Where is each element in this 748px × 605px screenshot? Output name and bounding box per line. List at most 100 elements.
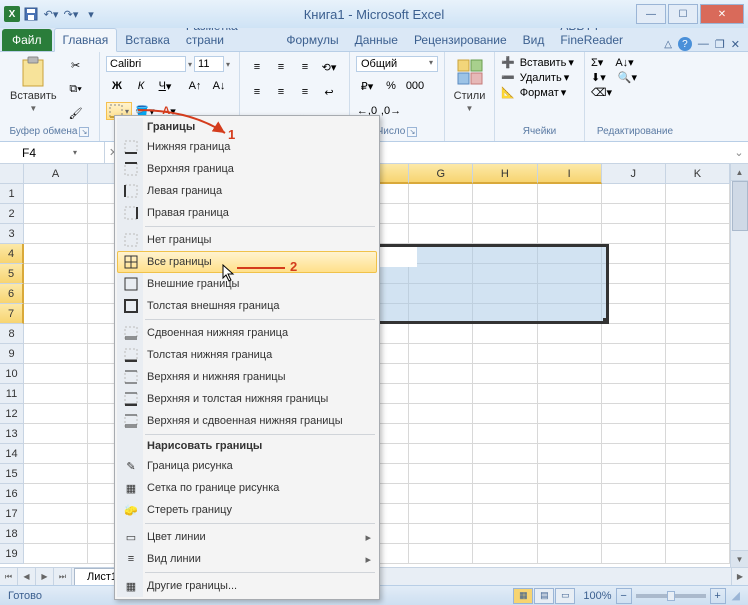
cell[interactable] [602,504,666,524]
border-menu-item[interactable]: Верхняя и нижняя границы [117,366,377,388]
cell[interactable] [666,504,730,524]
cell[interactable] [666,484,730,504]
cell[interactable] [409,284,473,304]
cell[interactable] [473,404,537,424]
align-top-icon[interactable]: ≡ [246,56,268,78]
cell[interactable] [666,384,730,404]
sheet-nav-prev-icon[interactable]: ◀ [18,568,36,585]
cell[interactable] [538,304,602,324]
cut-icon[interactable]: ✂ [65,54,87,76]
cell[interactable] [602,364,666,384]
paste-button[interactable]: Вставить ▼ [6,54,61,126]
col-header[interactable]: G [409,164,473,184]
align-middle-icon[interactable]: ≡ [270,56,292,78]
percent-icon[interactable]: % [380,75,402,97]
row-header[interactable]: 11 [0,384,24,404]
vscroll-thumb[interactable] [732,181,748,231]
sheet-nav-last-icon[interactable]: ⏭ [54,568,72,585]
number-format-select[interactable]: Общий ▾ [356,56,438,72]
row-header[interactable]: 13 [0,424,24,444]
row-header[interactable]: 9 [0,344,24,364]
resize-grip-icon[interactable]: ◢ [732,589,740,602]
font-name-input[interactable] [106,56,186,72]
cell[interactable] [409,224,473,244]
cell[interactable] [473,324,537,344]
border-menu-item[interactable]: Нижняя граница [117,136,377,158]
cell[interactable] [409,264,473,284]
cell[interactable] [602,464,666,484]
cells-insert-button[interactable]: ➕Вставить▾ [501,56,578,69]
cell[interactable] [602,404,666,424]
cell[interactable] [409,444,473,464]
tab-home[interactable]: Главная [54,28,118,52]
cell[interactable] [24,264,88,284]
row-header[interactable]: 15 [0,464,24,484]
qat-customize-icon[interactable]: ▾ [82,5,100,23]
shrink-font-icon[interactable]: A↓ [208,75,230,97]
cell[interactable] [24,204,88,224]
border-menu-item[interactable]: Левая граница [117,180,377,202]
cell[interactable] [666,324,730,344]
cell[interactable] [24,304,88,324]
draw-border-menu-item[interactable]: ✎Граница рисунка [117,455,377,477]
doc-close-icon[interactable]: ✕ [731,38,740,51]
col-header[interactable]: H [473,164,537,184]
cell[interactable] [538,244,602,264]
cell[interactable] [538,424,602,444]
cell[interactable] [409,204,473,224]
border-menu-item[interactable]: Правая граница [117,202,377,224]
border-menu-item[interactable]: Нет границы [117,229,377,251]
cell[interactable] [602,444,666,464]
cell[interactable] [602,184,666,204]
wrap-text-icon[interactable]: ↩ [318,81,340,103]
cell[interactable] [24,444,88,464]
format-painter-icon[interactable]: 🖌 [65,102,87,124]
cell[interactable] [473,544,537,564]
clear-icon[interactable]: ⌫▾ [591,86,612,99]
cell[interactable] [473,444,537,464]
row-header[interactable]: 12 [0,404,24,424]
row-header[interactable]: 19 [0,544,24,564]
cell[interactable] [538,484,602,504]
cell[interactable] [473,204,537,224]
cell[interactable] [409,424,473,444]
cell[interactable] [602,524,666,544]
cell[interactable] [602,544,666,564]
cell[interactable] [24,184,88,204]
view-page-layout-icon[interactable]: ▤ [534,588,554,604]
cell[interactable] [602,204,666,224]
cell[interactable] [666,284,730,304]
tab-insert[interactable]: Вставка [117,29,178,51]
undo-icon[interactable]: ↶▾ [42,5,60,23]
cell[interactable] [473,524,537,544]
row-header[interactable]: 4 [0,244,24,264]
autosum-icon[interactable]: Σ▾ [591,56,603,69]
cell[interactable] [409,464,473,484]
cell[interactable] [602,324,666,344]
fill-icon[interactable]: ⬇▾ [591,71,606,84]
border-menu-item[interactable]: Сдвоенная нижняя граница [117,322,377,344]
currency-icon[interactable]: ₽▾ [356,75,378,97]
cell[interactable] [602,304,666,324]
border-menu-item[interactable]: Толстая внешняя граница [117,295,377,317]
cell[interactable] [473,284,537,304]
select-all-button[interactable] [0,164,24,184]
number-dialog-icon[interactable]: ↘ [407,127,417,137]
cell[interactable] [24,224,88,244]
row-header[interactable]: 5 [0,264,24,284]
cell[interactable] [409,484,473,504]
cell[interactable] [24,404,88,424]
cell[interactable] [666,524,730,544]
col-header[interactable]: A [24,164,88,184]
cell[interactable] [538,464,602,484]
grow-font-icon[interactable]: A↑ [184,75,206,97]
file-tab[interactable]: Файл [2,29,52,51]
cell[interactable] [24,284,88,304]
minimize-button[interactable]: — [636,4,666,24]
cell[interactable] [473,344,537,364]
cells-delete-button[interactable]: ➖Удалить▾ [501,71,578,84]
cell[interactable] [473,244,537,264]
vertical-scrollbar[interactable]: ▲ ▼ [730,164,748,567]
align-center-icon[interactable]: ≡ [270,81,292,103]
cell[interactable] [538,264,602,284]
